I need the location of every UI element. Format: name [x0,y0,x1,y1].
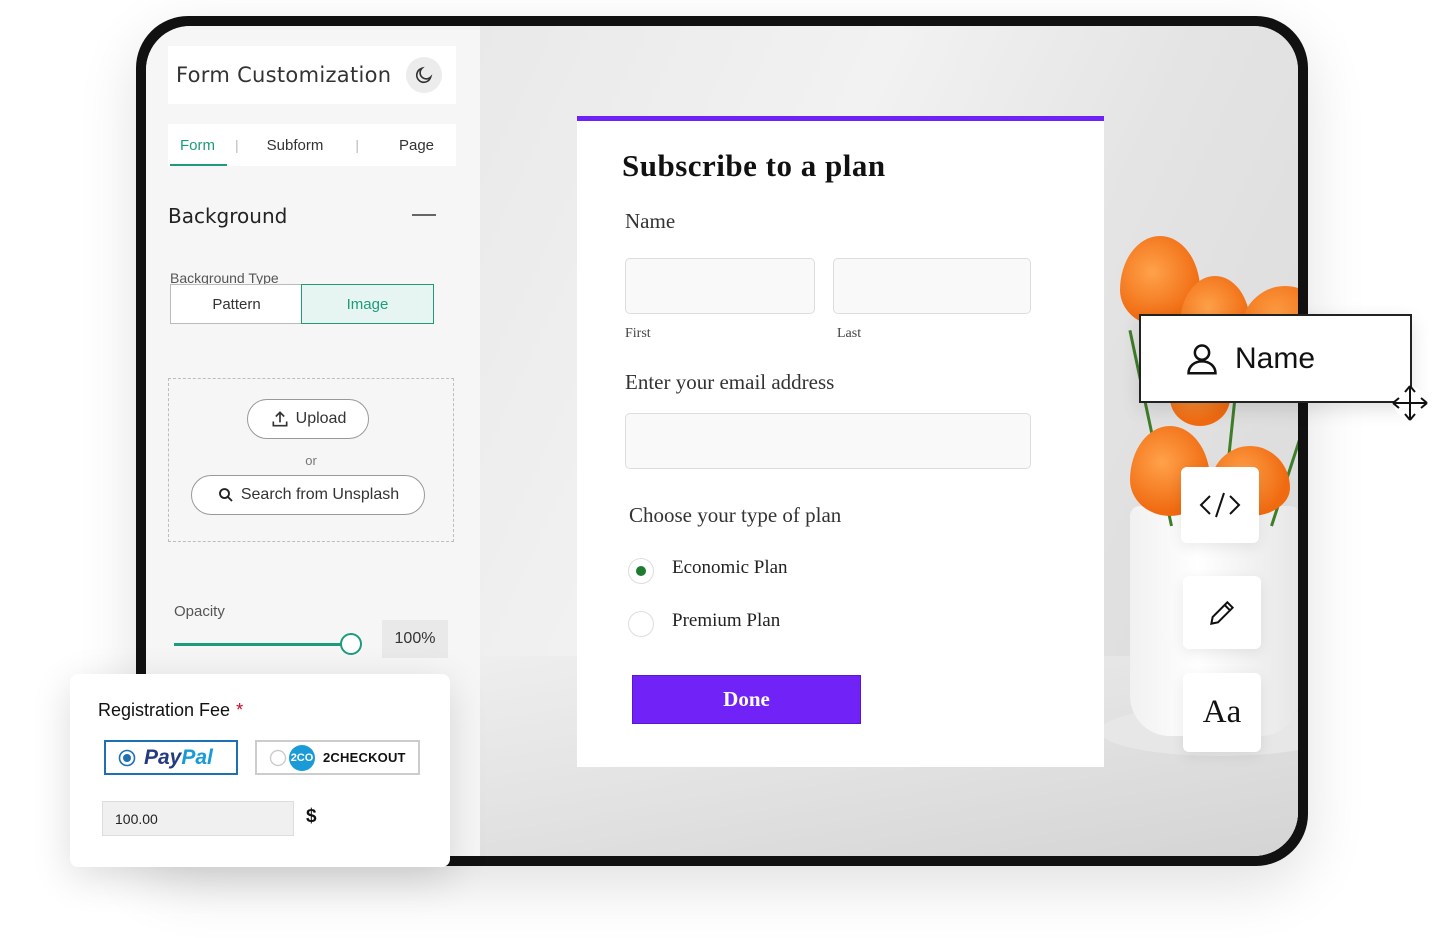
search-unsplash-label: Search from Unsplash [240,486,400,503]
first-name-sublabel: First [625,326,651,341]
tab-page[interactable]: Page [399,124,434,166]
currency-symbol: $ [306,806,317,827]
tab-subform[interactable]: Subform [267,124,324,166]
first-name-input[interactable] [625,258,815,314]
image-option[interactable]: Image [301,284,434,324]
twocheckout-option[interactable]: 2CO 2CHECKOUT [255,740,420,775]
search-icon [218,488,233,502]
paypal-option[interactable]: PayPal [104,740,238,775]
paypal-logo-part1: Pay [144,745,182,769]
sidebar-title: Form Customization [176,63,392,87]
opacity-slider-thumb[interactable] [340,633,362,655]
code-icon [1199,492,1241,518]
radio-checked-icon [118,749,136,766]
required-mark: * [236,700,244,720]
name-field-chip[interactable]: Name [1139,314,1412,403]
paypal-logo: PayPal [144,746,213,770]
tab-page-label: Page [398,136,435,154]
font-style-button[interactable]: Aa [1183,673,1261,752]
subscription-form: Subscribe to a plan Name First Last Ente… [577,116,1104,767]
moon-icon [415,66,433,84]
pencil-icon [1210,600,1235,625]
background-type-selector: Pattern Image [170,284,434,324]
registration-fee-card: Registration Fee * PayPal 2CO 2CHECKOUT 1… [70,674,450,867]
upload-button[interactable]: Upload [247,399,369,439]
background-section-title: Background [168,204,288,228]
registration-fee-label: Registration Fee [98,700,231,720]
last-name-sublabel: Last [837,326,862,341]
move-icon[interactable] [1390,383,1430,423]
last-name-input[interactable] [833,258,1031,314]
collapse-icon[interactable] [412,214,436,216]
email-label: Enter your email address [625,370,835,394]
or-divider-text: or [305,453,317,468]
tab-divider: | [355,137,359,153]
search-unsplash-button[interactable]: Search from Unsplash [191,475,425,515]
done-button[interactable]: Done [632,675,861,724]
economic-plan-label: Economic Plan [672,557,788,578]
twocheckout-label: 2CHECKOUT [323,750,406,765]
radio-selected-dot [636,566,646,576]
embed-code-button[interactable] [1181,467,1259,543]
sidebar-header: Form Customization [168,46,456,104]
edit-button[interactable] [1183,576,1261,649]
name-label: Name [625,209,676,233]
opacity-value[interactable]: 100% [382,620,448,658]
pattern-option[interactable]: Pattern [171,285,302,323]
form-title: Subscribe to a plan [622,148,886,183]
image-dropzone[interactable]: Upload or Search from Unsplash [168,378,454,542]
dark-mode-toggle[interactable] [406,57,442,93]
plan-label: Choose your type of plan [629,503,842,527]
email-input[interactable] [625,413,1031,469]
font-style-label: Aa [1202,694,1242,730]
tab-divider: | [235,137,239,153]
registration-fee-title: Registration Fee * [98,700,243,721]
premium-plan-radio[interactable] [628,611,654,637]
customization-tabs: Form | Subform | Page [168,124,456,166]
twocheckout-badge: 2CO [289,744,315,771]
tab-subform-label: Subform [266,136,324,154]
tab-form-label: Form [180,136,215,154]
user-icon [1187,343,1217,375]
opacity-label: Opacity [174,603,225,620]
opacity-slider-track[interactable] [174,643,342,646]
premium-plan-label: Premium Plan [672,610,781,631]
upload-icon [272,411,288,427]
economic-plan-radio[interactable] [628,558,654,584]
upload-label: Upload [295,410,347,427]
fee-amount-input[interactable]: 100.00 [102,801,294,836]
radio-empty-icon [269,749,287,766]
name-chip-label: Name [1235,341,1316,375]
tab-form[interactable]: Form [170,124,227,166]
paypal-logo-part2: Pal [181,745,213,769]
